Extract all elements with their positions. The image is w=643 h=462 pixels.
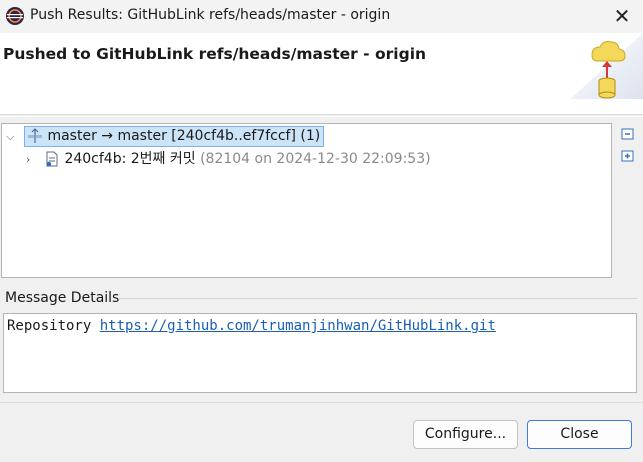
ref-update-label: master → master [240cf4b..ef7fccf] (1) [47,128,321,144]
branch-icon [28,128,43,143]
close-button[interactable]: Close [527,420,632,449]
commit-meta: (82104 on 2024-12-30 22:09:53) [200,151,431,167]
title-bar: Push Results: GitHubLink refs/heads/mast… [0,0,643,33]
message-details-label: Message Details [5,290,120,306]
collapse-all-icon[interactable] [620,126,636,142]
ref-update-row[interactable]: ⌵ master → master [240cf4b..ef7fccf] (1) [6,126,325,147]
repository-link[interactable]: https://github.com/trumanjinhwan/GitHubL… [100,318,496,334]
ref-update-item[interactable]: master → master [240cf4b..ef7fccf] (1) [24,126,325,147]
window-title: Push Results: GitHubLink refs/heads/mast… [30,7,391,23]
push-results-tree[interactable]: ⌵ master → master [240cf4b..ef7fccf] (1)… [1,123,612,278]
expand-all-icon[interactable] [620,148,636,164]
message-details-separator [118,298,637,299]
chevron-down-icon[interactable]: ⌵ [6,130,20,144]
repository-prefix: Repository [7,318,100,334]
push-to-cloud-icon [570,33,643,99]
banner-divider [0,116,643,117]
close-window-icon[interactable]: ✕ [607,2,637,30]
configure-button[interactable]: Configure... [413,420,518,449]
eclipse-app-icon [6,7,24,25]
commit-row[interactable]: › 240cf4b: 2번째 커밋 (82104 on 2024-12-30 2… [26,148,431,168]
commit-icon [46,151,58,167]
page-title: Pushed to GitHubLink refs/heads/master -… [3,45,427,63]
chevron-right-icon[interactable]: › [26,153,40,166]
header-banner: Pushed to GitHubLink refs/heads/master -… [0,33,643,115]
message-details-box[interactable]: Repository https://github.com/trumanjinh… [3,313,637,393]
commit-label: 240cf4b: 2번째 커밋 [64,151,196,167]
button-bar-separator [0,402,643,403]
